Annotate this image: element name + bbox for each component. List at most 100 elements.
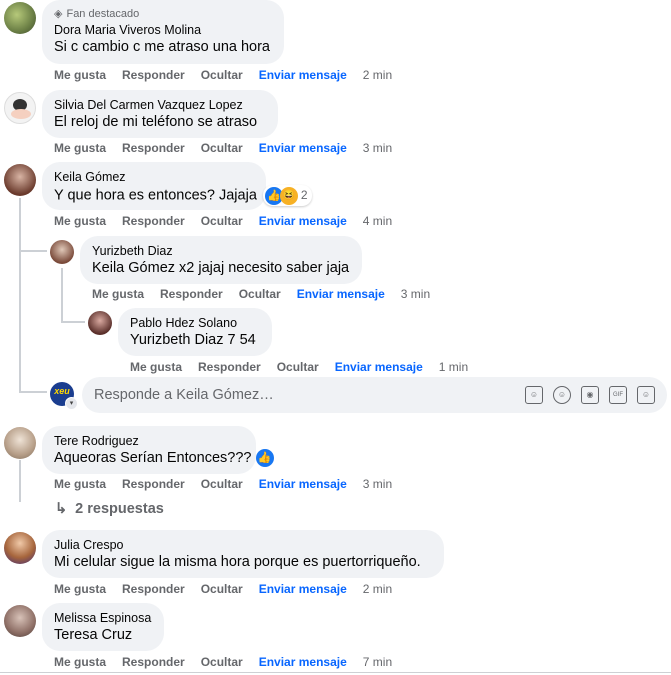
- comment-author[interactable]: Keila Gómez: [54, 169, 254, 185]
- send-message-button[interactable]: Enviar mensaje: [259, 477, 347, 491]
- comment-author[interactable]: Silvia Del Carmen Vazquez Lopez: [54, 97, 266, 113]
- view-replies-button[interactable]: ↳ 2 respuestas: [55, 501, 164, 517]
- sticker-icon[interactable]: ☺: [637, 386, 655, 404]
- like-button[interactable]: Me gusta: [130, 360, 182, 374]
- reply-button[interactable]: Responder: [122, 141, 185, 155]
- comment-bubble: Julia Crespo Mi celular sigue la misma h…: [42, 530, 444, 578]
- thread-line: [61, 321, 85, 323]
- mention-link[interactable]: Keila Gómez: [92, 260, 175, 276]
- avatar[interactable]: [88, 311, 112, 335]
- send-message-button[interactable]: Enviar mensaje: [259, 68, 347, 82]
- haha-reaction-icon: 😆: [279, 186, 298, 205]
- avatar[interactable]: [4, 605, 36, 637]
- reply-arrow-icon: ↳: [55, 501, 68, 517]
- hide-button[interactable]: Ocultar: [201, 141, 243, 155]
- hide-button[interactable]: Ocultar: [201, 477, 243, 491]
- hide-button[interactable]: Ocultar: [201, 214, 243, 228]
- avatar[interactable]: [4, 164, 36, 196]
- chevron-down-icon[interactable]: ▾: [65, 397, 78, 410]
- avatar[interactable]: [4, 532, 36, 564]
- timestamp[interactable]: 3 min: [363, 141, 392, 155]
- reply-button[interactable]: Responder: [122, 655, 185, 669]
- comment-bubble: Melissa Espinosa Teresa Cruz: [42, 603, 164, 651]
- thread-line: [19, 460, 21, 502]
- comment-text-content: Aqueoras Serían Entonces???: [54, 450, 252, 466]
- hide-button[interactable]: Ocultar: [201, 68, 243, 82]
- reaction-count: 2: [300, 188, 308, 202]
- like-button[interactable]: Me gusta: [54, 655, 106, 669]
- thread-line: [19, 250, 47, 252]
- comment-text: Y que hora es entonces? Jajaja 👍 😆 2: [54, 185, 312, 206]
- like-button[interactable]: Me gusta: [54, 582, 106, 596]
- timestamp[interactable]: 2 min: [363, 68, 392, 82]
- comment-actions: Me gusta Responder Ocultar Enviar mensaj…: [54, 214, 408, 228]
- like-button[interactable]: Me gusta: [92, 287, 144, 301]
- emoji-icon[interactable]: ☺: [553, 386, 571, 404]
- comment-author[interactable]: Melissa Espinosa: [54, 610, 152, 626]
- comment-text-content: Y que hora es entonces? Jajaja: [54, 187, 257, 204]
- send-message-button[interactable]: Enviar mensaje: [259, 582, 347, 596]
- camera-icon[interactable]: ◉: [581, 386, 599, 404]
- reply-placeholder: Responde a Keila Gómez…: [94, 387, 274, 403]
- reply-button[interactable]: Responder: [122, 68, 185, 82]
- comment-actions: Me gusta Responder Ocultar Enviar mensaj…: [54, 582, 408, 596]
- hide-button[interactable]: Ocultar: [201, 582, 243, 596]
- like-button[interactable]: Me gusta: [54, 477, 106, 491]
- comment-actions: Me gusta Responder Ocultar Enviar mensaj…: [54, 477, 408, 491]
- gif-icon[interactable]: GIF: [609, 386, 627, 404]
- view-replies-label: 2 respuestas: [75, 501, 164, 517]
- timestamp[interactable]: 7 min: [363, 655, 392, 669]
- reply-button[interactable]: Responder: [122, 477, 185, 491]
- timestamp[interactable]: 3 min: [363, 477, 392, 491]
- reply-input[interactable]: Responde a Keila Gómez… ☺ ☺ ◉ GIF ☺: [82, 377, 667, 413]
- reply-actions: Me gusta Responder Ocultar Enviar mensaj…: [92, 287, 446, 301]
- reply-button[interactable]: Responder: [198, 360, 261, 374]
- avatar[interactable]: [4, 427, 36, 459]
- comment-bubble: Tere Rodriguez Aqueoras Serían Entonces?…: [42, 426, 274, 474]
- timestamp[interactable]: 2 min: [363, 582, 392, 596]
- send-message-button[interactable]: Enviar mensaje: [297, 287, 385, 301]
- reply-bubble: Pablo Hdez Solano Yurizbeth Diaz 7 54: [118, 308, 272, 356]
- comment-author[interactable]: Julia Crespo: [54, 537, 432, 553]
- reply-button[interactable]: Responder: [122, 214, 185, 228]
- reply-text: Yurizbeth Diaz 7 54: [130, 331, 260, 350]
- diamond-icon: ◈: [54, 8, 63, 20]
- timestamp[interactable]: 1 min: [439, 360, 468, 374]
- reaction-summary[interactable]: 👍 😆 2: [262, 185, 312, 206]
- like-button[interactable]: Me gusta: [54, 68, 106, 82]
- comment-text: Mi celular sigue la misma hora porque es…: [54, 554, 421, 570]
- top-fan-badge: ◈ Fan destacado: [54, 7, 272, 21]
- reply-button[interactable]: Responder: [122, 582, 185, 596]
- comment-bubble: Silvia Del Carmen Vazquez Lopez El reloj…: [42, 90, 278, 138]
- thread-line: [19, 198, 21, 393]
- hide-button[interactable]: Ocultar: [277, 360, 319, 374]
- avatar[interactable]: [4, 92, 36, 124]
- logo-text: xeu: [54, 386, 70, 396]
- comment-actions: Me gusta Responder Ocultar Enviar mensaj…: [54, 68, 408, 82]
- reply-text-content: x2 jajaj necesito saber jaja: [175, 260, 350, 276]
- timestamp[interactable]: 3 min: [401, 287, 430, 301]
- comment-actions: Me gusta Responder Ocultar Enviar mensaj…: [54, 655, 408, 669]
- reply-button[interactable]: Responder: [160, 287, 223, 301]
- hide-button[interactable]: Ocultar: [239, 287, 281, 301]
- comment-author[interactable]: Dora Maria Viveros Molina: [54, 22, 272, 38]
- send-message-button[interactable]: Enviar mensaje: [259, 655, 347, 669]
- like-reaction-icon[interactable]: 👍: [255, 449, 274, 468]
- avatar[interactable]: [50, 240, 74, 264]
- reply-author[interactable]: Pablo Hdez Solano: [130, 315, 260, 331]
- reply-actions: Me gusta Responder Ocultar Enviar mensaj…: [130, 360, 484, 374]
- timestamp[interactable]: 4 min: [363, 214, 392, 228]
- mention-link[interactable]: Yurizbeth Diaz: [130, 332, 224, 348]
- reply-text: Keila Gómez x2 jajaj necesito saber jaja: [92, 259, 350, 278]
- hide-button[interactable]: Ocultar: [201, 655, 243, 669]
- send-message-button[interactable]: Enviar mensaje: [335, 360, 423, 374]
- divider: [0, 672, 671, 673]
- avatar-sticker-icon[interactable]: ☺: [525, 386, 543, 404]
- avatar[interactable]: [4, 2, 36, 34]
- send-message-button[interactable]: Enviar mensaje: [259, 141, 347, 155]
- reply-author[interactable]: Yurizbeth Diaz: [92, 243, 350, 259]
- like-button[interactable]: Me gusta: [54, 214, 106, 228]
- like-button[interactable]: Me gusta: [54, 141, 106, 155]
- send-message-button[interactable]: Enviar mensaje: [259, 214, 347, 228]
- comment-author[interactable]: Tere Rodriguez: [54, 433, 244, 449]
